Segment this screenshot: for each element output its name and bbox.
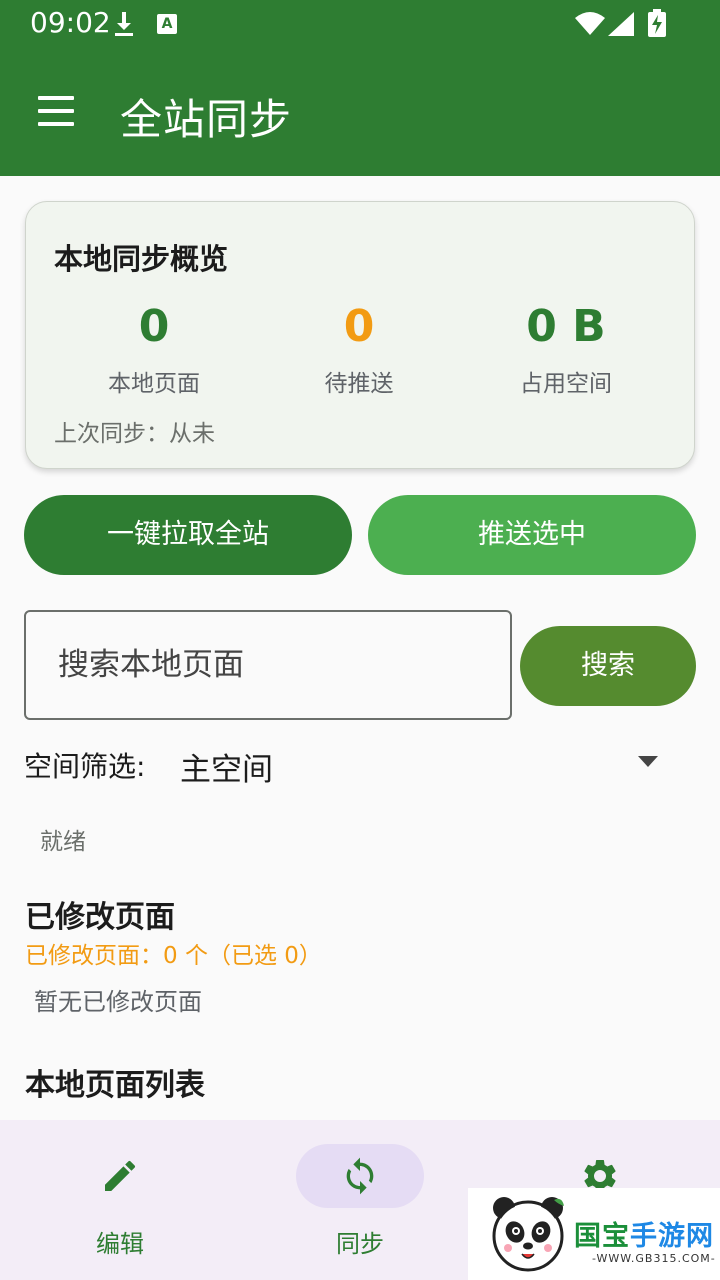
- watermark-brand: 国宝手游网: [574, 1221, 714, 1252]
- page-title: 全站同步: [120, 95, 293, 144]
- status-text: 就绪: [40, 829, 86, 855]
- overview-card: 本地同步概览 0 本地页面 0 待推送 0 B 占用空间 上次同步：从未: [25, 201, 695, 469]
- stat-value: 0: [138, 301, 170, 352]
- modified-count-text: 已修改页面：0 个（已选 0）: [25, 943, 322, 969]
- pull-all-button[interactable]: 一键拉取全站: [24, 495, 352, 575]
- stat-value: 0: [343, 301, 375, 352]
- push-selected-button[interactable]: 推送选中: [368, 495, 696, 575]
- stat-storage-used: 0 B 占用空间: [466, 302, 666, 398]
- watermark: 国宝手游网 -WWW.GB315.COM-: [468, 1188, 720, 1280]
- stat-pending-push: 0 待推送: [259, 302, 459, 398]
- modified-pages-title: 已修改页面: [25, 900, 175, 935]
- modified-empty-text: 暂无已修改页面: [34, 988, 202, 1016]
- panda-logo-icon: [492, 1197, 564, 1272]
- nav-label: 编辑: [96, 1230, 144, 1258]
- top-app-bar: 09:02 A 全站同步: [0, 0, 720, 176]
- last-sync-text: 上次同步：从未: [54, 421, 215, 447]
- a-notification-icon: A: [157, 14, 177, 34]
- dropdown-arrow-icon[interactable]: [638, 756, 658, 767]
- stat-local-pages: 0 本地页面: [54, 302, 254, 398]
- stat-label: 本地页面: [108, 371, 200, 397]
- search-input[interactable]: [24, 610, 512, 720]
- stat-value: 0 B: [526, 301, 606, 352]
- space-filter-select[interactable]: 主空间: [180, 744, 273, 789]
- search-button[interactable]: 搜索: [520, 626, 696, 706]
- wifi-icon: [575, 12, 605, 35]
- status-bar: 09:02 A: [0, 0, 720, 48]
- sync-icon: [346, 1157, 374, 1195]
- space-filter-label: 空间筛选:: [24, 750, 146, 783]
- local-pages-list-title: 本地页面列表: [25, 1068, 205, 1103]
- battery-charging-icon: [648, 9, 666, 37]
- stat-label: 待推送: [324, 371, 394, 397]
- hamburger-menu-icon[interactable]: [34, 94, 78, 130]
- signal-icon: [608, 12, 634, 36]
- watermark-url: -WWW.GB315.COM-: [592, 1252, 716, 1265]
- download-icon: [115, 12, 133, 36]
- nav-item-sync[interactable]: 同步: [240, 1120, 480, 1280]
- stat-label: 占用空间: [520, 371, 612, 397]
- pencil-icon: [105, 1160, 136, 1191]
- status-time: 09:02: [30, 6, 111, 39]
- overview-title: 本地同步概览: [54, 242, 229, 276]
- nav-item-edit[interactable]: 编辑: [0, 1120, 240, 1280]
- nav-label: 同步: [336, 1230, 384, 1258]
